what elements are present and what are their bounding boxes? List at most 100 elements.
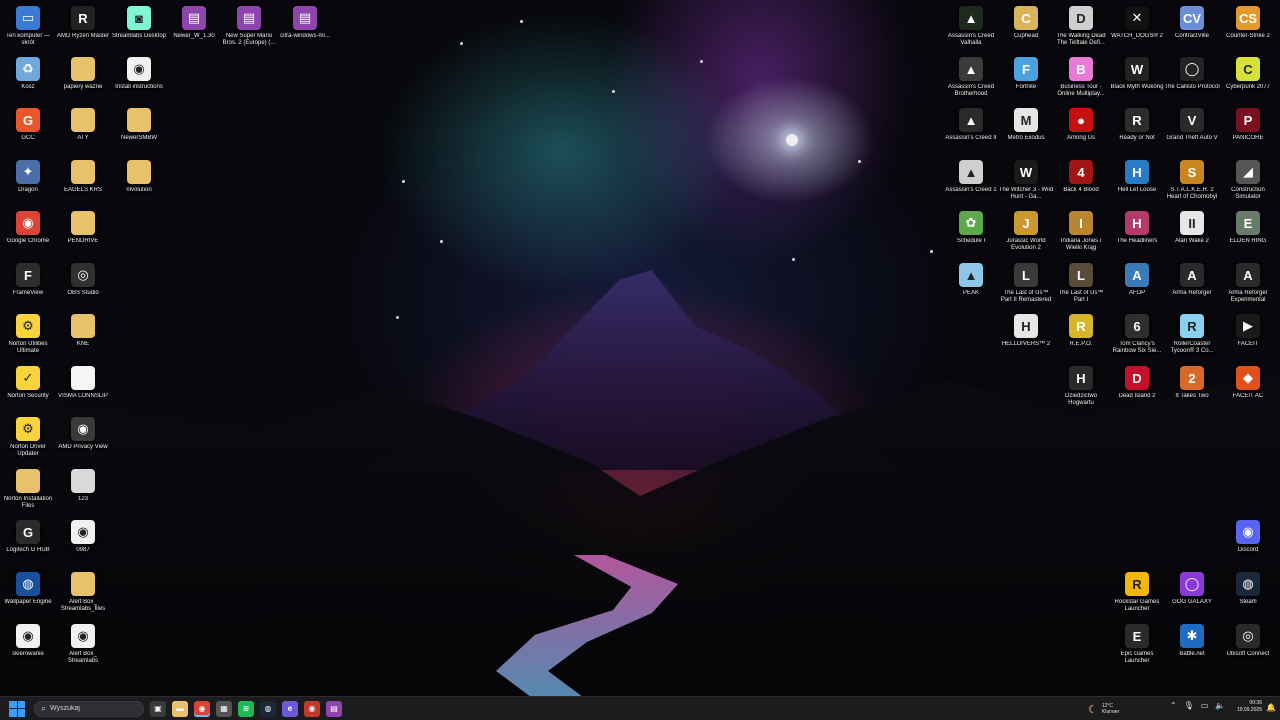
desktop-shortcut[interactable]: C Cuphead <box>998 4 1054 54</box>
desktop-shortcut[interactable]: ◍ Wallpaper Engine <box>0 570 56 620</box>
desktop-shortcut[interactable]: ▤ citra-windows-mi... <box>277 4 333 54</box>
desktop-shortcut[interactable]: A Arma Reforger Experimental <box>1220 261 1276 311</box>
desktop-shortcut[interactable]: Alert Box_ Streamlabs_files <box>55 570 111 620</box>
desktop-shortcut[interactable]: W The Witcher 3 - Wild Hunt - Ga... <box>998 158 1054 208</box>
desktop-shortcut[interactable]: ▲ Assassin's Creed II <box>943 106 999 156</box>
desktop-shortcut[interactable]: L The Last of Us™ Part I <box>1053 261 1109 311</box>
desktop-shortcut[interactable]: NewerSMBW <box>111 106 167 156</box>
volume-icon[interactable]: 🔈 <box>1215 701 1225 710</box>
desktop-shortcut[interactable]: G GCC <box>0 106 56 156</box>
desktop-shortcut[interactable]: ◉ skierowanie <box>0 622 56 672</box>
desktop-shortcut[interactable]: ◆ FACEIT AC <box>1220 364 1276 414</box>
desktop-shortcut[interactable]: papiery wazne <box>55 55 111 105</box>
desktop-shortcut[interactable]: B Business Tour - Online Multiplay... <box>1053 55 1109 105</box>
desktop-shortcut[interactable]: ◯ The Callisto Protocol <box>1164 55 1220 105</box>
desktop-shortcut[interactable]: CS Counter-Strike 2 <box>1220 4 1276 54</box>
desktop-shortcut[interactable]: H HELLDIVERS™ 2 <box>998 312 1054 362</box>
taskbar-search[interactable]: ⌕ <box>34 700 144 717</box>
desktop-shortcut[interactable]: R Rockstar Games Launcher <box>1109 570 1165 620</box>
desktop-shortcut[interactable]: VISMA LONNSLIP <box>55 364 111 414</box>
desktop-shortcut[interactable]: ▤ New Super Mario Bros. 2 (Europe) (... <box>221 4 277 54</box>
task-view-icon[interactable]: ▣ <box>150 700 166 717</box>
desktop-shortcut[interactable]: EAGELS KRS <box>55 158 111 208</box>
desktop-shortcut[interactable]: ▤ Newer_W_1.30 <box>166 4 222 54</box>
desktop-shortcut[interactable]: R AMD Ryzen Master <box>55 4 111 54</box>
desktop-shortcut[interactable]: S S.T.A.L.K.E.R. 2 Heart of Chornobyl <box>1164 158 1220 208</box>
desktop-shortcut[interactable]: F FrameView <box>0 261 56 311</box>
desktop-shortcut[interactable]: ⚙ Norton Utilities Ultimate <box>0 312 56 362</box>
desktop-shortcut[interactable]: ◎ Ubisoft Connect <box>1220 622 1276 672</box>
steam-icon[interactable]: ◍ <box>260 700 276 717</box>
desktop-shortcut[interactable]: ▲ Assassin's Creed 1 <box>943 158 999 208</box>
desktop-shortcut[interactable]: KNE <box>55 312 111 362</box>
desktop-shortcut[interactable]: ◢ Construction Simulator <box>1220 158 1276 208</box>
desktop-shortcut[interactable]: ◉ 0987 <box>55 518 111 568</box>
desktop-shortcut[interactable]: ▭ Ten komputer — skrót <box>0 4 56 54</box>
desktop-shortcut[interactable]: ▲ PEAK <box>943 261 999 311</box>
desktop-shortcut[interactable]: ◙ Streamlabs Desktop <box>111 4 167 54</box>
desktop-shortcut[interactable]: Norton Installation Files <box>0 467 56 517</box>
clock[interactable]: 00:36 19.09.2025 <box>1226 700 1262 714</box>
weather-widget[interactable]: ☾ 12°C Klarvær <box>1088 699 1119 719</box>
desktop-shortcut[interactable]: ✱ Battle.net <box>1164 622 1220 672</box>
start-button[interactable] <box>9 700 25 717</box>
desktop-shortcut[interactable]: J Jurassic World Evolution 2 <box>998 209 1054 259</box>
desktop-shortcut[interactable]: A AFOP <box>1109 261 1165 311</box>
desktop-shortcut[interactable]: 2 It Takes Two <box>1164 364 1220 414</box>
store-icon[interactable]: ▦ <box>216 700 232 717</box>
desktop-shortcut[interactable]: ◉ AMD Privacy View <box>55 415 111 465</box>
desktop-shortcut[interactable]: P PANICORE <box>1220 106 1276 156</box>
desktop-shortcut[interactable]: ♻ Kosz <box>0 55 56 105</box>
winrar-icon[interactable]: ▤ <box>326 700 342 717</box>
desktop-shortcut[interactable]: 4 Back 4 Blood <box>1053 158 1109 208</box>
desktop-shortcut[interactable]: ⚙ Norton Driver Updater <box>0 415 56 465</box>
spotify-icon[interactable]: ≋ <box>238 700 254 717</box>
chrome-icon[interactable]: ◉ <box>304 700 320 717</box>
desktop-shortcut[interactable]: H Hell Let Loose <box>1109 158 1165 208</box>
chevron-up-icon[interactable]: ⌃ <box>1170 701 1177 710</box>
desktop-shortcut[interactable]: ✦ Dragon <box>0 158 56 208</box>
desktop-shortcut[interactable]: ATY <box>55 106 111 156</box>
desktop-shortcut[interactable]: D Dead Island 2 <box>1109 364 1165 414</box>
desktop-shortcut[interactable]: ◉ Alert Box_ Streamlabs <box>55 622 111 672</box>
desktop-shortcut[interactable]: ◉ Install instructions <box>111 55 167 105</box>
desktop-shortcut[interactable]: ▲ Assassin's Creed Brotherhood <box>943 55 999 105</box>
desktop-shortcut[interactable]: H Dziedzictwo Hogwartu <box>1053 364 1109 414</box>
desktop-shortcut[interactable]: H The Headliners <box>1109 209 1165 259</box>
desktop-shortcut[interactable]: M Metro Exodus <box>998 106 1054 156</box>
desktop-shortcut[interactable]: D The Walking Dead The Telltale Defi... <box>1053 4 1109 54</box>
desktop-shortcut[interactable]: I Indiana Jones i Wielki Krąg <box>1053 209 1109 259</box>
desktop-shortcut[interactable]: ◍ Steam <box>1220 570 1276 620</box>
desktop-shortcut[interactable]: G Logitech G HUB <box>0 518 56 568</box>
desktop-shortcut[interactable]: ▲ Assassin's Creed Valhalla <box>943 4 999 54</box>
desktop-shortcut[interactable]: ◉ Discord <box>1220 518 1276 568</box>
desktop-shortcut[interactable]: CV ContractVille <box>1164 4 1220 54</box>
desktop-shortcut[interactable]: R Ready or Not <box>1109 106 1165 156</box>
desktop-shortcut[interactable]: ✿ Schedule I <box>943 209 999 259</box>
desktop-shortcut[interactable]: PENDRIVE <box>55 209 111 259</box>
desktop-shortcut[interactable]: C Cyberpunk 2077 <box>1220 55 1276 105</box>
edge-icon[interactable]: e <box>282 700 298 717</box>
desktop-shortcut[interactable]: ◎ OBS Studio <box>55 261 111 311</box>
desktop-shortcut[interactable]: A Arma Reforger <box>1164 261 1220 311</box>
network-icon[interactable]: ▭ <box>1201 701 1209 710</box>
microphone-icon[interactable]: 🎙 <box>1184 701 1194 710</box>
desktop-shortcut[interactable]: E Epic Games Launcher <box>1109 622 1165 672</box>
chrome-icon[interactable]: ◉ <box>194 700 210 717</box>
file-explorer-icon[interactable]: ▬ <box>172 700 188 717</box>
desktop-shortcut[interactable]: R RollerCoaster Tycoon® 3 Co... <box>1164 312 1220 362</box>
desktop-shortcut[interactable]: 123 <box>55 467 111 517</box>
desktop-shortcut[interactable]: 6 Tom Clancy's Rainbow Six Sie... <box>1109 312 1165 362</box>
desktop-shortcut[interactable]: ✕ WATCH_DOGS® 2 <box>1109 4 1165 54</box>
desktop-shortcut[interactable]: rilvolution <box>111 158 167 208</box>
desktop-shortcut[interactable]: R R.E.P.O. <box>1053 312 1109 362</box>
desktop-shortcut[interactable]: II Alan Wake 2 <box>1164 209 1220 259</box>
desktop-shortcut[interactable]: F Fortnite <box>998 55 1054 105</box>
desktop-shortcut[interactable]: W Black Myth Wukong <box>1109 55 1165 105</box>
desktop-shortcut[interactable]: ● Among Us <box>1053 106 1109 156</box>
desktop-shortcut[interactable]: ◯ GOG GALAXY <box>1164 570 1220 620</box>
desktop-shortcut[interactable]: V Grand Theft Auto V <box>1164 106 1220 156</box>
desktop-shortcut[interactable]: ◉ Google Chrome <box>0 209 56 259</box>
desktop-shortcut[interactable]: ▶ FACEIT <box>1220 312 1276 362</box>
desktop-shortcut[interactable]: L The Last of Us™ Part II Remastered <box>998 261 1054 311</box>
